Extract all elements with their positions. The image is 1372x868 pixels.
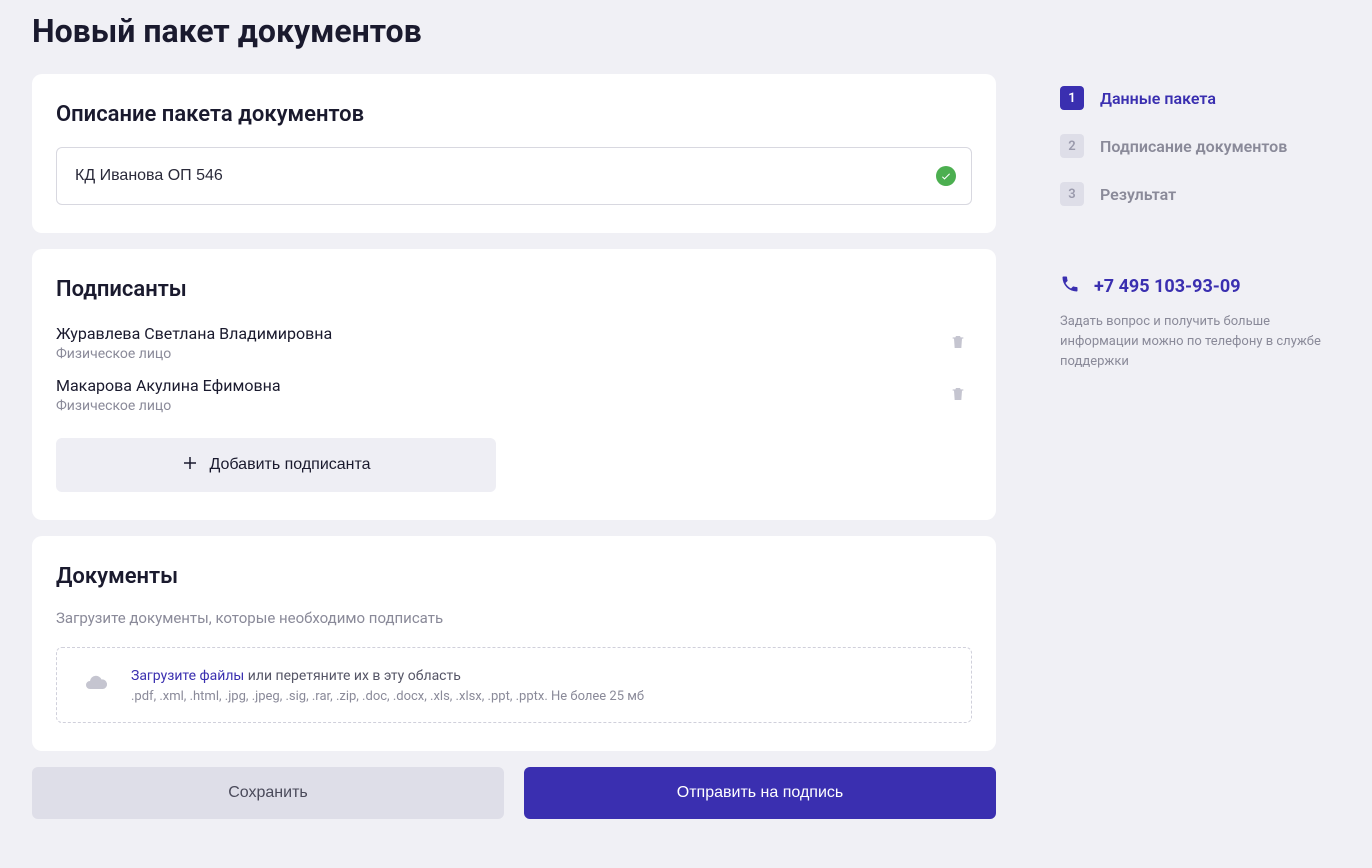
- signer-row: Журавлева Светлана Владимировна Физическ…: [56, 322, 972, 374]
- page-title: Новый пакет документов: [0, 0, 1372, 74]
- documents-subtitle: Загрузите документы, которые необходимо …: [56, 609, 972, 627]
- step-2[interactable]: 2 Подписание документов: [1060, 122, 1340, 170]
- stepper: 1 Данные пакета 2 Подписание документов …: [1060, 74, 1340, 218]
- signers-title: Подписанты: [56, 277, 972, 302]
- step-number-badge: 2: [1060, 134, 1084, 158]
- step-label: Результат: [1100, 185, 1176, 204]
- signers-card: Подписанты Журавлева Светлана Владимиров…: [32, 249, 996, 520]
- save-button[interactable]: Сохранить: [32, 767, 504, 819]
- documents-card: Документы Загрузите документы, которые н…: [32, 536, 996, 751]
- phone-icon: [1060, 274, 1080, 298]
- documents-title: Документы: [56, 564, 972, 589]
- delete-signer-button[interactable]: [944, 329, 972, 357]
- cloud-upload-icon: [81, 671, 111, 699]
- trash-icon: [950, 385, 966, 406]
- signer-name: Журавлева Светлана Владимировна: [56, 324, 332, 343]
- step-number-badge: 1: [1060, 86, 1084, 110]
- description-title: Описание пакета документов: [56, 102, 972, 127]
- add-signer-button[interactable]: Добавить подписанта: [56, 438, 496, 492]
- upload-hint: .pdf, .xml, .html, .jpg, .jpeg, .sig, .r…: [131, 689, 644, 704]
- step-label: Данные пакета: [1100, 89, 1216, 108]
- step-label: Подписание документов: [1100, 137, 1287, 156]
- signer-name: Макарова Акулина Ефимовна: [56, 376, 281, 395]
- description-input[interactable]: [56, 147, 972, 205]
- signer-type: Физическое лицо: [56, 398, 281, 414]
- signer-type: Физическое лицо: [56, 346, 332, 362]
- support-phone[interactable]: +7 495 103-93-09: [1060, 274, 1340, 298]
- step-3[interactable]: 3 Результат: [1060, 170, 1340, 218]
- step-1[interactable]: 1 Данные пакета: [1060, 74, 1340, 122]
- trash-icon: [950, 333, 966, 354]
- upload-link[interactable]: Загрузите файлы: [131, 668, 244, 684]
- plus-icon: [181, 454, 199, 477]
- step-number-badge: 3: [1060, 182, 1084, 206]
- delete-signer-button[interactable]: [944, 381, 972, 409]
- support-text: Задать вопрос и получить больше информац…: [1060, 312, 1340, 372]
- support-phone-number: +7 495 103-93-09: [1094, 276, 1241, 297]
- upload-rest-text: или перетяните их в эту область: [244, 668, 461, 684]
- file-dropzone[interactable]: Загрузите файлы или перетяните их в эту …: [56, 647, 972, 723]
- submit-button[interactable]: Отправить на подпись: [524, 767, 996, 819]
- check-icon: [936, 166, 956, 186]
- signer-row: Макарова Акулина Ефимовна Физическое лиц…: [56, 374, 972, 430]
- description-card: Описание пакета документов: [32, 74, 996, 233]
- add-signer-label: Добавить подписанта: [209, 456, 370, 474]
